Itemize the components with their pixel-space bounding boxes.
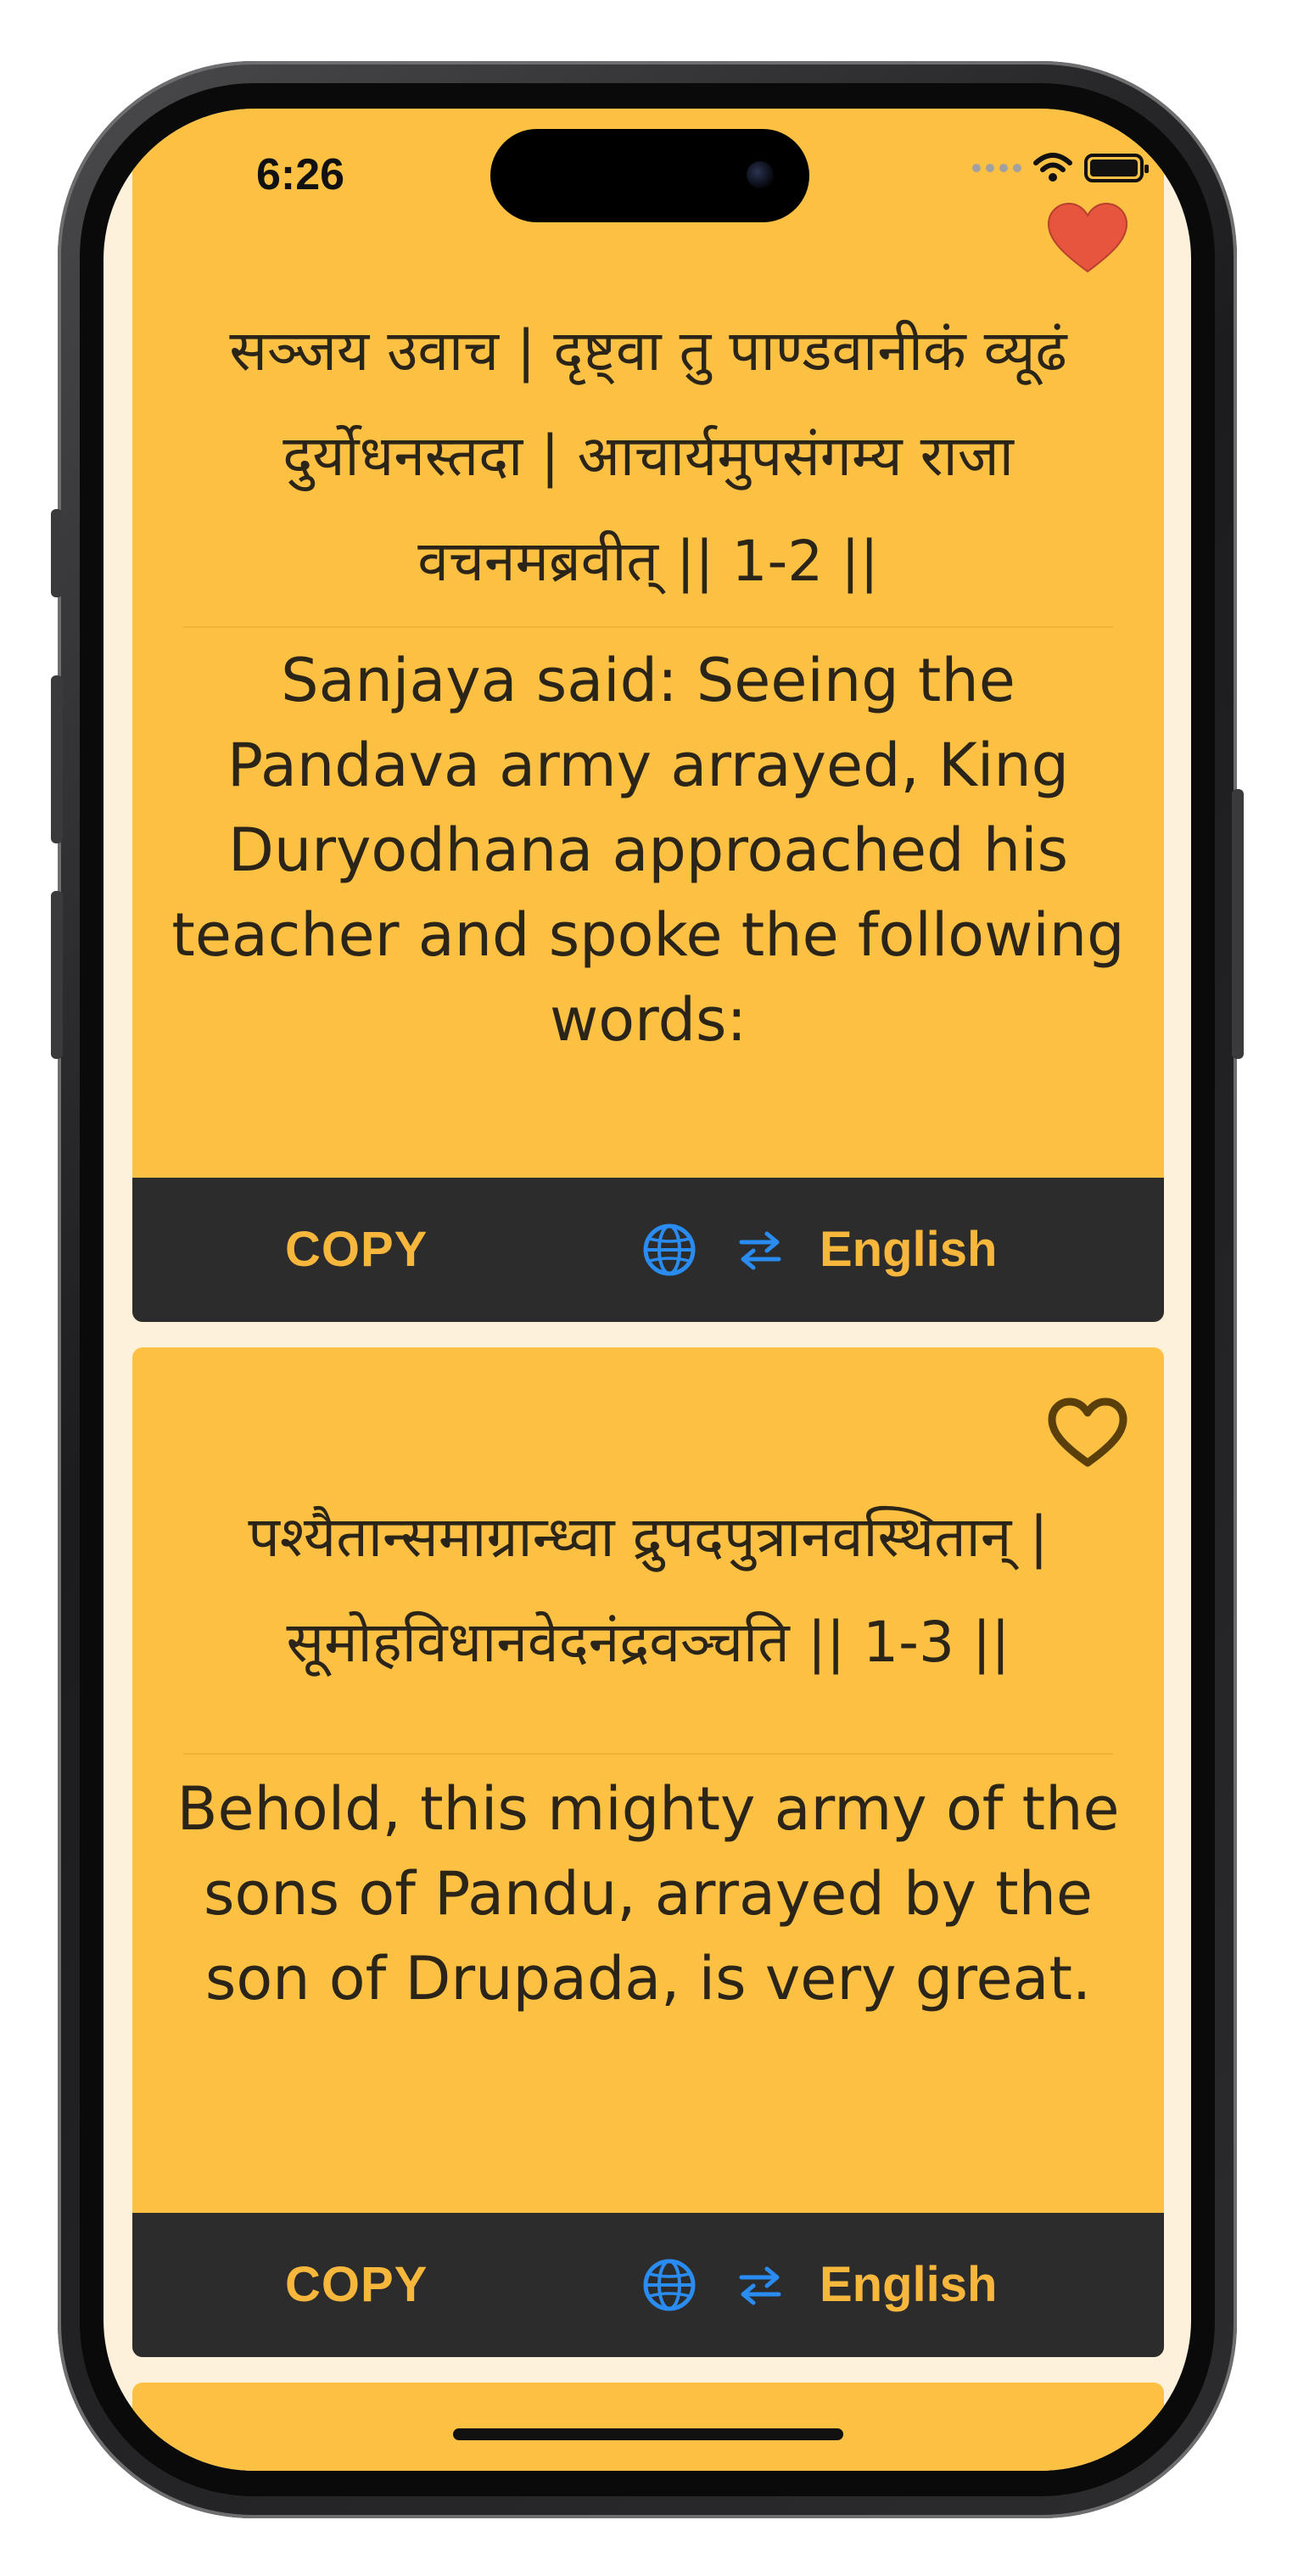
screen: सञ्जय उवाच | दृष्ट्वा तु पाण्डवानीकं व्य… (104, 109, 1191, 2471)
language-toggle[interactable]: English (820, 1178, 997, 1322)
side-button-power (1232, 789, 1244, 1059)
swap-arrows-icon[interactable] (735, 2262, 786, 2310)
verse-card: पश्यैतान्समाग्रान्ध्वा द्रुपदपुत्रानवस्थ… (132, 1347, 1164, 2357)
copy-button[interactable]: COPY (285, 2213, 428, 2357)
status-indicators (972, 153, 1149, 183)
verse-translation: Behold, this mighty army of the sons of … (176, 1774, 1120, 2013)
divider (183, 626, 1113, 628)
verse-translation: Sanjaya said: Seeing the Pandava army ar… (171, 646, 1125, 1055)
verse-sanskrit: पश्यैतान्समाग्रान्ध्वा द्रुपदपुत्रानवस्थ… (248, 1504, 1049, 1675)
status-time: 6:26 (256, 150, 345, 199)
home-indicator[interactable] (453, 2428, 843, 2440)
globe-icon[interactable] (641, 2257, 697, 2313)
language-toggle[interactable]: English (820, 2213, 997, 2357)
side-button-volume-down (51, 891, 63, 1059)
signal-icon (972, 164, 1021, 172)
action-bar: COPY English (132, 2213, 1164, 2357)
copy-button[interactable]: COPY (285, 1178, 428, 1322)
wifi-icon (1033, 153, 1072, 182)
verse-sanskrit: सञ्जय उवाच | दृष्ट्वा तु पाण्डवानीकं व्य… (229, 318, 1067, 594)
camera-icon (747, 161, 774, 188)
side-button-volume-up (51, 675, 63, 843)
side-button-action (51, 509, 63, 597)
action-bar: COPY English (132, 1178, 1164, 1322)
verse-card: सञ्जय उवाच | दृष्ट्वा तु पाण्डवानीकं व्य… (132, 109, 1164, 1322)
globe-icon[interactable] (641, 1222, 697, 1278)
battery-icon (1084, 154, 1149, 182)
divider (183, 1753, 1113, 1755)
favorite-heart-outline-icon[interactable] (1045, 1395, 1130, 1471)
dynamic-island (490, 129, 809, 222)
swap-arrows-icon[interactable] (735, 1227, 786, 1274)
favorite-heart-filled-icon[interactable] (1045, 200, 1130, 277)
verse-card-partial (132, 2383, 1164, 2471)
